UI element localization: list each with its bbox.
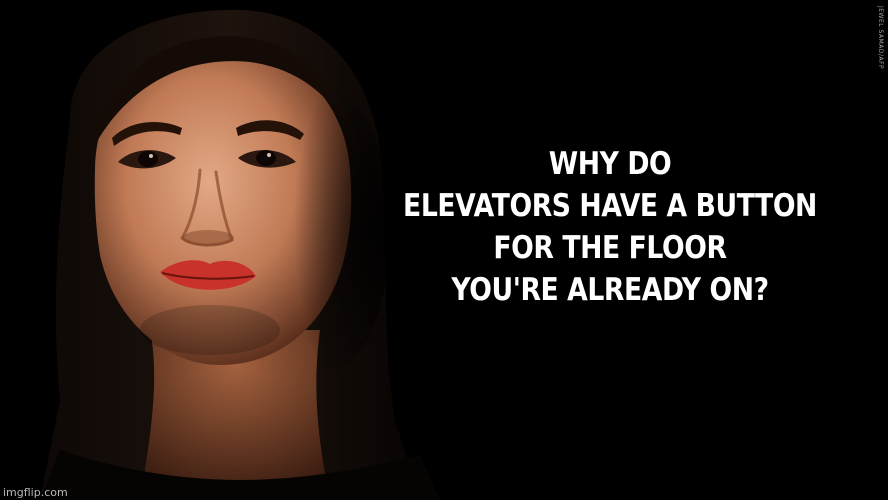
- meme-caption: WHY DO ELEVATORS HAVE A BUTTON FOR THE F…: [386, 143, 833, 311]
- meme-image: WHY DO ELEVATORS HAVE A BUTTON FOR THE F…: [0, 0, 888, 500]
- caption-line: WHY DO: [548, 146, 672, 182]
- photo-credit: JEWEL SAMAD/AFP: [877, 6, 884, 70]
- caption-line: YOU'RE ALREADY ON?: [451, 272, 769, 308]
- caption-line: ELEVATORS HAVE A BUTTON: [403, 188, 817, 224]
- caption-line: FOR THE FLOOR: [493, 230, 727, 266]
- imgflip-watermark: imgflip.com: [3, 486, 68, 499]
